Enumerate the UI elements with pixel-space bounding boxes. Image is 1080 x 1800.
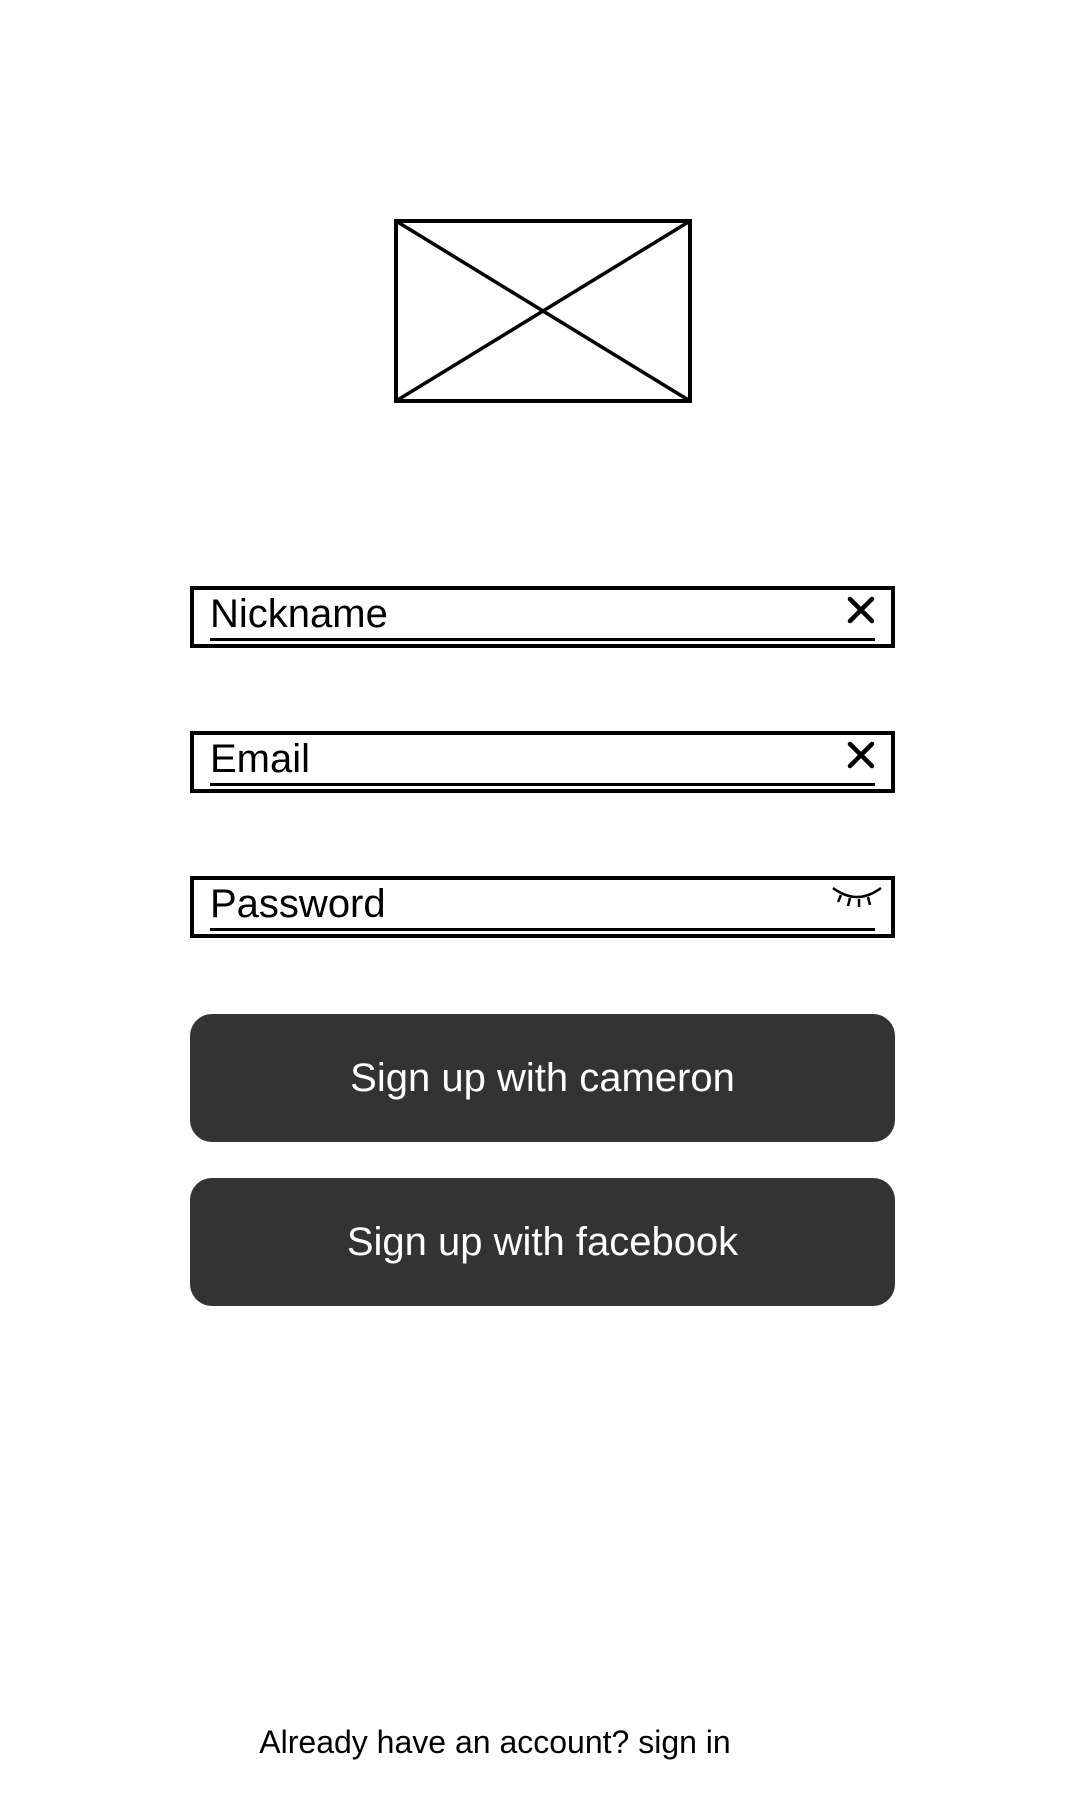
- sign-in-link[interactable]: sign in: [638, 1724, 731, 1760]
- email-input[interactable]: [210, 735, 875, 786]
- close-icon: [847, 596, 875, 624]
- sign-in-prompt: Already have an account? sign in: [0, 1722, 990, 1762]
- eye-closed-icon: [832, 886, 882, 907]
- logo-placeholder: [394, 219, 692, 403]
- nickname-field: [190, 586, 895, 648]
- sign-up-cameron-button[interactable]: Sign up with cameron: [190, 1014, 895, 1142]
- sign-in-prompt-text: Already have an account?: [259, 1724, 630, 1760]
- sign-up-facebook-button[interactable]: Sign up with facebook: [190, 1178, 895, 1306]
- password-field: [190, 876, 895, 938]
- email-field: [190, 731, 895, 793]
- nickname-input[interactable]: [210, 590, 875, 641]
- clear-nickname-button[interactable]: [843, 592, 879, 628]
- toggle-password-visibility-button[interactable]: [831, 884, 883, 912]
- clear-email-button[interactable]: [843, 737, 879, 773]
- image-placeholder-icon: [394, 219, 692, 403]
- close-icon: [847, 741, 875, 769]
- password-input[interactable]: [210, 880, 875, 931]
